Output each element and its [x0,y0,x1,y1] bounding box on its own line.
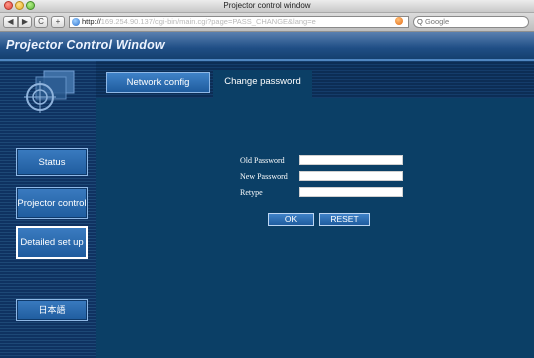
retype-password-field[interactable] [299,187,403,197]
projector-logo-icon [24,70,75,113]
page-title: Projector Control Window [6,38,165,52]
new-password-label: New Password [240,172,288,181]
browser-toolbar: ◀ ▶ C + http://169.254.90.137/cgi-bin/ma… [0,13,534,32]
forward-button[interactable]: ▶ [18,16,32,28]
sidebar-item-language[interactable]: 日本語 [16,299,88,321]
plus-icon: + [55,17,61,26]
content-panel: Network config Change password Old Passw… [96,61,534,358]
back-button[interactable]: ◀ [3,16,18,28]
tab-bar: Network config Change password [96,61,534,98]
reload-icon: C [38,17,44,26]
page: Projector Control Window Status Projecto… [0,32,534,358]
retype-password-label: Retype [240,188,263,197]
old-password-field[interactable] [299,155,403,165]
sidebar-item-projector-control[interactable]: Projector control [16,187,88,219]
sidebar: Status Projector control Detailed set up… [0,61,96,358]
address-bar[interactable]: http://169.254.90.137/cgi-bin/main.cgi?p… [69,16,409,28]
window-title: Projector control window [223,1,311,10]
new-password-field[interactable] [299,171,403,181]
old-password-label: Old Password [240,156,285,165]
tab-change-password[interactable]: Change password [213,70,312,98]
search-icon: Q [417,17,423,26]
sidebar-item-status[interactable]: Status [16,148,88,176]
sidebar-item-detailed-set-up[interactable]: Detailed set up [16,226,88,259]
page-header: Projector Control Window [0,32,534,61]
back-arrow-icon: ◀ [7,17,14,26]
rss-feed-icon[interactable] [395,17,403,25]
search-input[interactable]: Q Google [413,16,529,28]
add-tab-button[interactable]: + [51,16,65,28]
ok-button[interactable]: OK [268,213,314,226]
window-titlebar: Projector control window [0,0,534,13]
reload-button[interactable]: C [34,16,48,28]
search-placeholder: Google [424,17,450,26]
reset-button[interactable]: RESET [319,213,370,226]
globe-icon [72,18,80,26]
url-protocol: http:// [82,17,101,26]
tab-network-config[interactable]: Network config [106,72,210,93]
url-path: 169.254.90.137/cgi-bin/main.cgi?page=PAS… [100,17,316,26]
forward-arrow-icon: ▶ [21,17,29,26]
